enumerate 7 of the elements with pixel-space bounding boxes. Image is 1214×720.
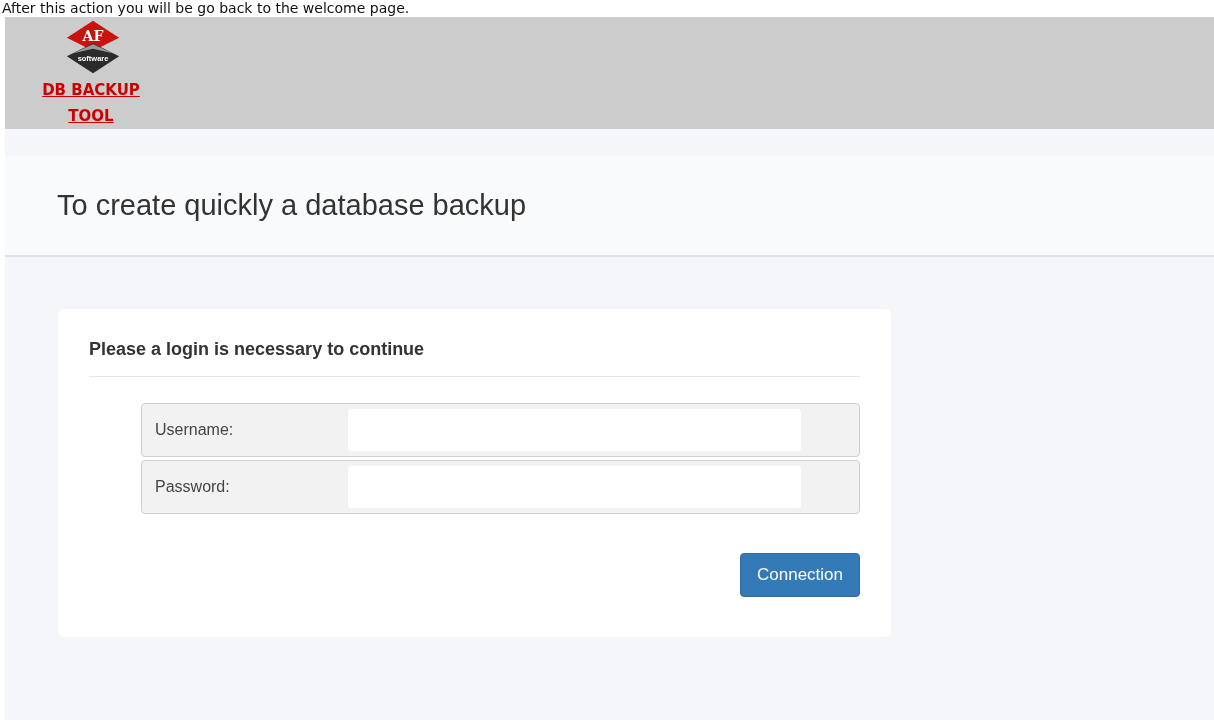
connection-button[interactable]: Connection (740, 553, 860, 597)
instruction-text: After this action you will be go back to the welcome page. (1, 0, 411, 17)
field-label: Password: (154, 478, 231, 496)
page-title: To create quickly a database backup (57, 189, 527, 222)
app-title-link[interactable]: DB BACKUP TOOL (42, 77, 140, 129)
login-title: Please a login is necessary to continue (89, 339, 860, 377)
field-label: Username: (154, 421, 235, 439)
